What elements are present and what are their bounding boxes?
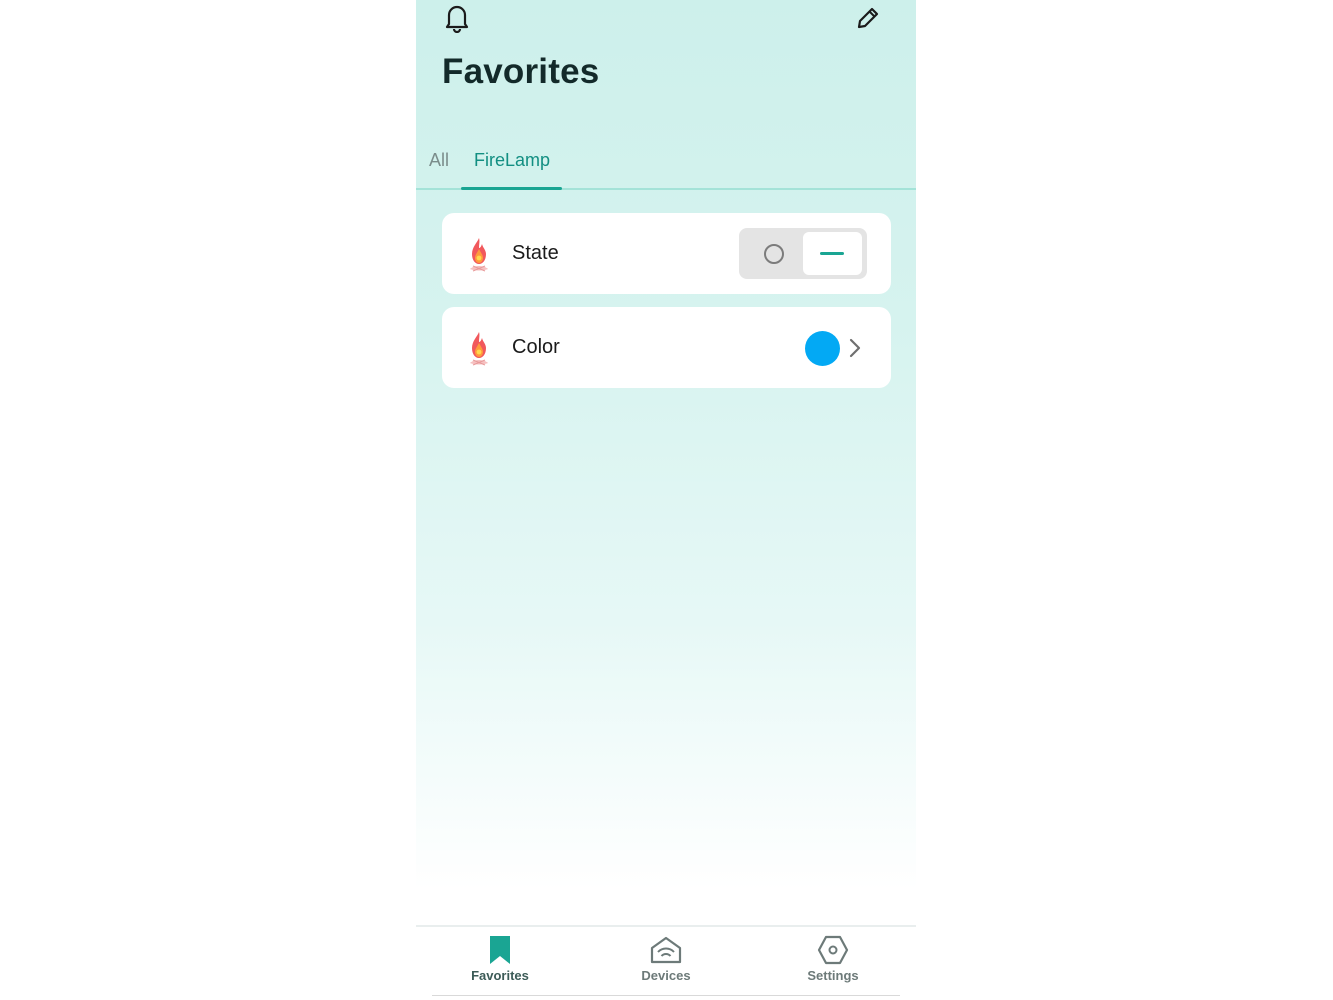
bottom-navigation: Favorites Devices Settings xyxy=(416,925,916,1000)
chevron-right-icon[interactable] xyxy=(847,337,863,359)
nav-favorites-label: Favorites xyxy=(471,968,529,983)
flame-icon xyxy=(466,235,492,275)
tab-bar: All FireLamp xyxy=(416,140,916,192)
hexagon-settings-icon xyxy=(817,935,849,965)
home-wifi-icon xyxy=(650,936,682,964)
flame-icon xyxy=(466,329,492,369)
pencil-icon[interactable] xyxy=(853,3,883,33)
color-swatch[interactable] xyxy=(805,331,840,366)
favorite-label-color: Color xyxy=(512,336,560,358)
bell-icon[interactable] xyxy=(442,3,472,33)
favorite-label-state: State xyxy=(512,242,559,264)
on-line-icon xyxy=(820,252,844,255)
favorite-card-state: State xyxy=(442,213,891,294)
nav-devices[interactable]: Devices xyxy=(606,935,726,995)
tab-all[interactable]: All xyxy=(429,150,449,171)
state-toggle[interactable] xyxy=(739,228,867,279)
favorite-card-color: Color xyxy=(442,307,891,388)
gesture-bar xyxy=(432,995,900,996)
active-tab-indicator xyxy=(461,187,562,190)
toggle-on-segment[interactable] xyxy=(803,232,862,275)
nav-favorites[interactable]: Favorites xyxy=(440,935,560,995)
app-screen: Favorites All FireLamp State Color Favor… xyxy=(416,0,916,1000)
bookmark-icon xyxy=(490,936,510,964)
nav-settings[interactable]: Settings xyxy=(773,935,893,995)
nav-devices-label: Devices xyxy=(641,968,691,983)
page-title: Favorites xyxy=(442,52,600,91)
nav-settings-label: Settings xyxy=(807,968,859,983)
tab-firelamp[interactable]: FireLamp xyxy=(474,150,550,171)
off-circle-icon[interactable] xyxy=(764,244,784,264)
